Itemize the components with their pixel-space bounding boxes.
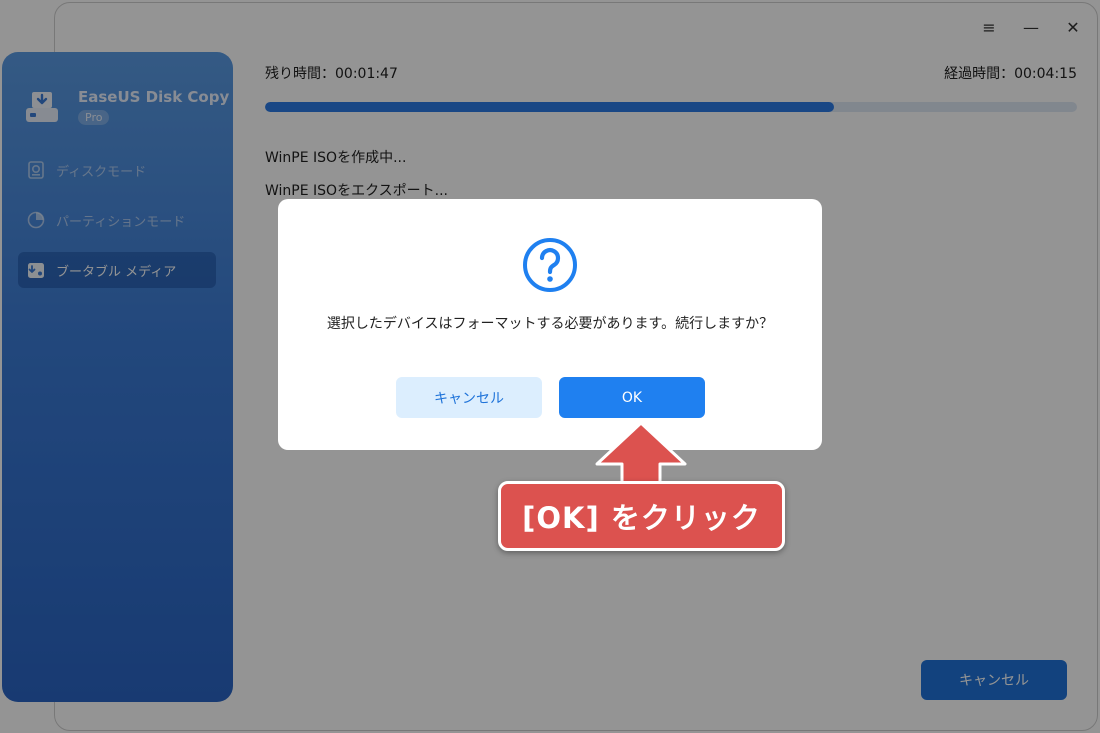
format-confirm-dialog: 選択したデバイスはフォーマットする必要があります。続行しますか？ キャンセル O… (278, 199, 822, 450)
question-icon (523, 238, 577, 292)
dialog-ok-button[interactable]: OK (559, 377, 705, 418)
callout-arrow-up-icon (595, 421, 687, 484)
callout-text: [OK] をクリック (522, 501, 761, 535)
dialog-cancel-button[interactable]: キャンセル (396, 377, 542, 418)
click-ok-callout: [OK] をクリック (498, 481, 785, 551)
dialog-message: 選択したデバイスはフォーマットする必要があります。続行しますか？ (326, 316, 774, 332)
